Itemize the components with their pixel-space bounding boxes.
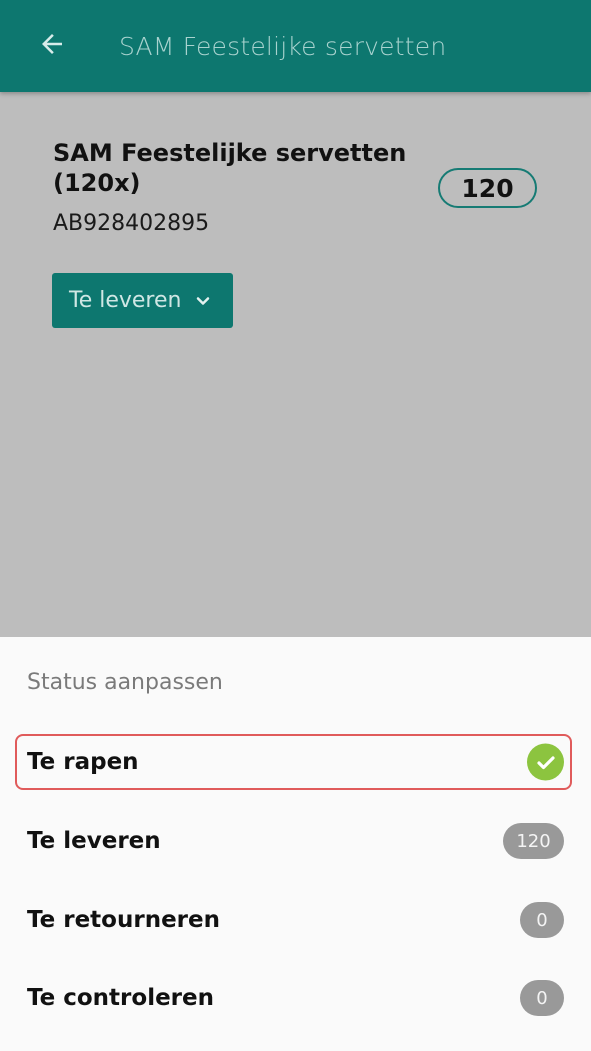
product-code: AB928402895	[53, 211, 210, 236]
status-option-label: Te retourneren	[27, 907, 220, 933]
count-badge: 120	[503, 823, 564, 859]
status-bottom-sheet: Status aanpassen Te rapen Te leveren 120…	[0, 637, 591, 1051]
back-button[interactable]	[29, 23, 75, 69]
quantity-badge: 120	[438, 168, 537, 208]
check-circle-icon	[527, 743, 564, 781]
chevron-down-icon	[193, 291, 213, 311]
status-option-te-leveren[interactable]: Te leveren 120	[0, 811, 591, 871]
status-option-te-retourneren[interactable]: Te retourneren 0	[0, 890, 591, 950]
status-option-label: Te controleren	[27, 985, 214, 1011]
arrow-left-icon	[37, 29, 67, 63]
status-option-label: Te rapen	[27, 749, 139, 775]
status-option-te-controleren[interactable]: Te controleren 0	[0, 968, 591, 1028]
status-button-label: Te leveren	[69, 288, 182, 313]
count-badge: 0	[520, 902, 564, 938]
status-option-label: Te leveren	[27, 828, 161, 854]
app-bar: SAM Feestelijke servetten	[0, 0, 591, 92]
status-option-te-rapen[interactable]: Te rapen	[0, 734, 591, 794]
status-dropdown-button[interactable]: Te leveren	[52, 273, 233, 328]
count-badge: 0	[520, 980, 564, 1016]
quantity-value: 120	[461, 173, 514, 203]
product-name: SAM Feestelijke servetten (120x)	[53, 139, 407, 197]
page-title: SAM Feestelijke servetten	[119, 31, 447, 61]
product-detail: SAM Feestelijke servetten (120x) AB92840…	[0, 92, 591, 637]
sheet-title: Status aanpassen	[27, 670, 223, 695]
